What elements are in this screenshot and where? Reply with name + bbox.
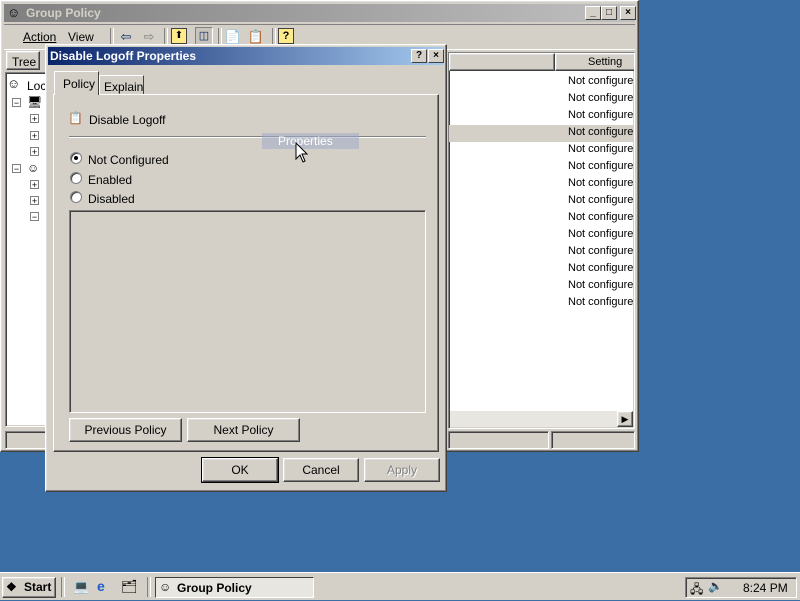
taskbar-separator-2 — [147, 577, 151, 597]
main-window-title: Group Policy — [26, 6, 101, 20]
system-tray: 🖧 🔈 8:24 PM — [685, 577, 797, 598]
setting-cell[interactable]: Not configure — [568, 160, 638, 172]
tree-tab-label: Tree — [12, 55, 37, 69]
volume-icon[interactable]: 🔈 — [708, 579, 723, 593]
tree-root-label[interactable]: Loc — [27, 79, 46, 93]
column-header-setting-label: Setting — [588, 56, 623, 68]
radio-disabled-label[interactable]: Disabled — [88, 192, 135, 206]
status-bar-panel — [551, 431, 635, 449]
group-policy-task-icon: ☺ — [159, 580, 172, 594]
up-folder-icon[interactable]: ⬆ — [171, 28, 187, 44]
column-header-setting[interactable]: Setting — [555, 53, 634, 71]
computer-config-icon: 🖥 — [27, 95, 43, 109]
status-bar-panel — [448, 431, 549, 449]
ok-button[interactable]: OK — [201, 457, 279, 483]
policy-tab-panel: 📋 Disable Logoff Not Configured Enabled … — [53, 94, 439, 452]
tab-policy[interactable]: Policy — [54, 71, 99, 95]
previous-policy-button[interactable]: Previous Policy — [69, 418, 182, 442]
help-icon[interactable]: ? — [278, 28, 294, 44]
setting-cell[interactable]: Not configure — [568, 194, 638, 206]
group-policy-app-icon: ☺ — [7, 5, 21, 20]
next-policy-button[interactable]: Next Policy — [187, 418, 300, 442]
tree-collapse-box[interactable]: − — [12, 98, 21, 108]
user-config-icon: ☺ — [27, 161, 40, 175]
taskbar-group-policy-button[interactable]: ☺ Group Policy — [155, 577, 314, 598]
tree-collapse-box[interactable]: − — [12, 164, 21, 174]
tree-pane[interactable]: ☺ Loc − 🖥 + + + − ☺ + + − — [5, 72, 47, 427]
explorer-icon[interactable]: 🗂 — [121, 579, 138, 595]
setting-cell[interactable]: Not configure — [568, 279, 638, 291]
setting-cell[interactable]: Not configure — [568, 75, 638, 87]
properties-dialog: Disable Logoff Properties ? × Policy Exp… — [45, 44, 447, 492]
setting-cell[interactable]: Not configure — [568, 296, 638, 308]
radio-disabled[interactable] — [70, 191, 82, 203]
main-title-bar[interactable]: ☺ Group Policy _ □ × — [4, 4, 636, 22]
dialog-title-bar[interactable]: Disable Logoff Properties ? × — [48, 47, 444, 65]
start-label: Start — [24, 580, 52, 594]
tree-expand-box[interactable]: + — [30, 196, 39, 206]
mouse-cursor-icon — [295, 142, 309, 163]
setting-cell[interactable]: Not configure — [568, 143, 638, 155]
show-hide-tree-icon[interactable]: ◫ — [195, 27, 213, 45]
windows-logo-icon: ❖ — [6, 580, 17, 594]
policy-setting-icon: 📋 — [68, 111, 83, 125]
tree-expand-box[interactable]: + — [30, 131, 39, 141]
local-computer-policy-icon: ☺ — [7, 76, 21, 91]
cancel-button[interactable]: Cancel — [283, 458, 359, 482]
scroll-right-button[interactable]: ▶ — [617, 411, 633, 427]
radio-not-configured-label[interactable]: Not Configured — [88, 153, 169, 167]
drag-ghost-properties: Properties — [262, 133, 359, 149]
menu-action[interactable]: Action — [23, 30, 56, 44]
minimize-button[interactable]: _ — [585, 6, 601, 20]
tree-collapse-box[interactable]: − — [30, 212, 39, 222]
menu-view[interactable]: View — [68, 30, 94, 44]
dialog-close-button[interactable]: × — [428, 49, 444, 63]
tab-explain[interactable]: Explain — [99, 75, 144, 94]
task-label: Group Policy — [177, 581, 252, 595]
clock[interactable]: 8:24 PM — [743, 581, 788, 595]
network-icon[interactable]: 🖧 — [690, 580, 703, 601]
column-header-blank[interactable] — [449, 53, 555, 71]
setting-cell[interactable]: Not configure — [568, 177, 638, 189]
policy-name: Disable Logoff — [89, 113, 166, 127]
setting-cell[interactable]: Not configure — [568, 262, 638, 274]
close-button[interactable]: × — [620, 6, 636, 20]
radio-not-configured[interactable] — [70, 152, 82, 164]
tab-policy-label: Policy — [63, 77, 96, 91]
tree-tab[interactable]: Tree — [6, 51, 40, 70]
taskbar-separator — [61, 577, 65, 597]
taskbar: ❖ Start 💻 e 🗂 ☺ Group Policy 🖧 🔈 8:24 PM — [0, 572, 800, 600]
setting-cell[interactable]: Not configure — [568, 211, 638, 223]
horizontal-scrollbar[interactable]: ▶ — [450, 411, 633, 427]
show-desktop-icon[interactable]: 💻 — [73, 579, 89, 595]
radio-enabled[interactable] — [70, 172, 82, 184]
tree-expand-box[interactable]: + — [30, 180, 39, 190]
policy-divider — [69, 136, 426, 138]
setting-cell[interactable]: Not configure — [568, 126, 638, 138]
dialog-help-button[interactable]: ? — [411, 49, 427, 63]
radio-enabled-label[interactable]: Enabled — [88, 173, 132, 187]
setting-cell[interactable]: Not configure — [568, 92, 638, 104]
apply-button[interactable]: Apply — [364, 458, 440, 482]
setting-cell[interactable]: Not configure — [568, 245, 638, 257]
internet-explorer-icon[interactable]: e — [97, 578, 105, 594]
start-button[interactable]: ❖ Start — [2, 577, 56, 598]
options-area — [69, 210, 426, 413]
tree-expand-box[interactable]: + — [30, 147, 39, 157]
dialog-title: Disable Logoff Properties — [50, 49, 197, 63]
tab-explain-label: Explain — [104, 80, 144, 94]
tree-expand-box[interactable]: + — [30, 114, 39, 124]
setting-cell[interactable]: Not configure — [568, 228, 638, 240]
maximize-button[interactable]: □ — [601, 6, 617, 20]
setting-cell[interactable]: Not configure — [568, 109, 638, 121]
